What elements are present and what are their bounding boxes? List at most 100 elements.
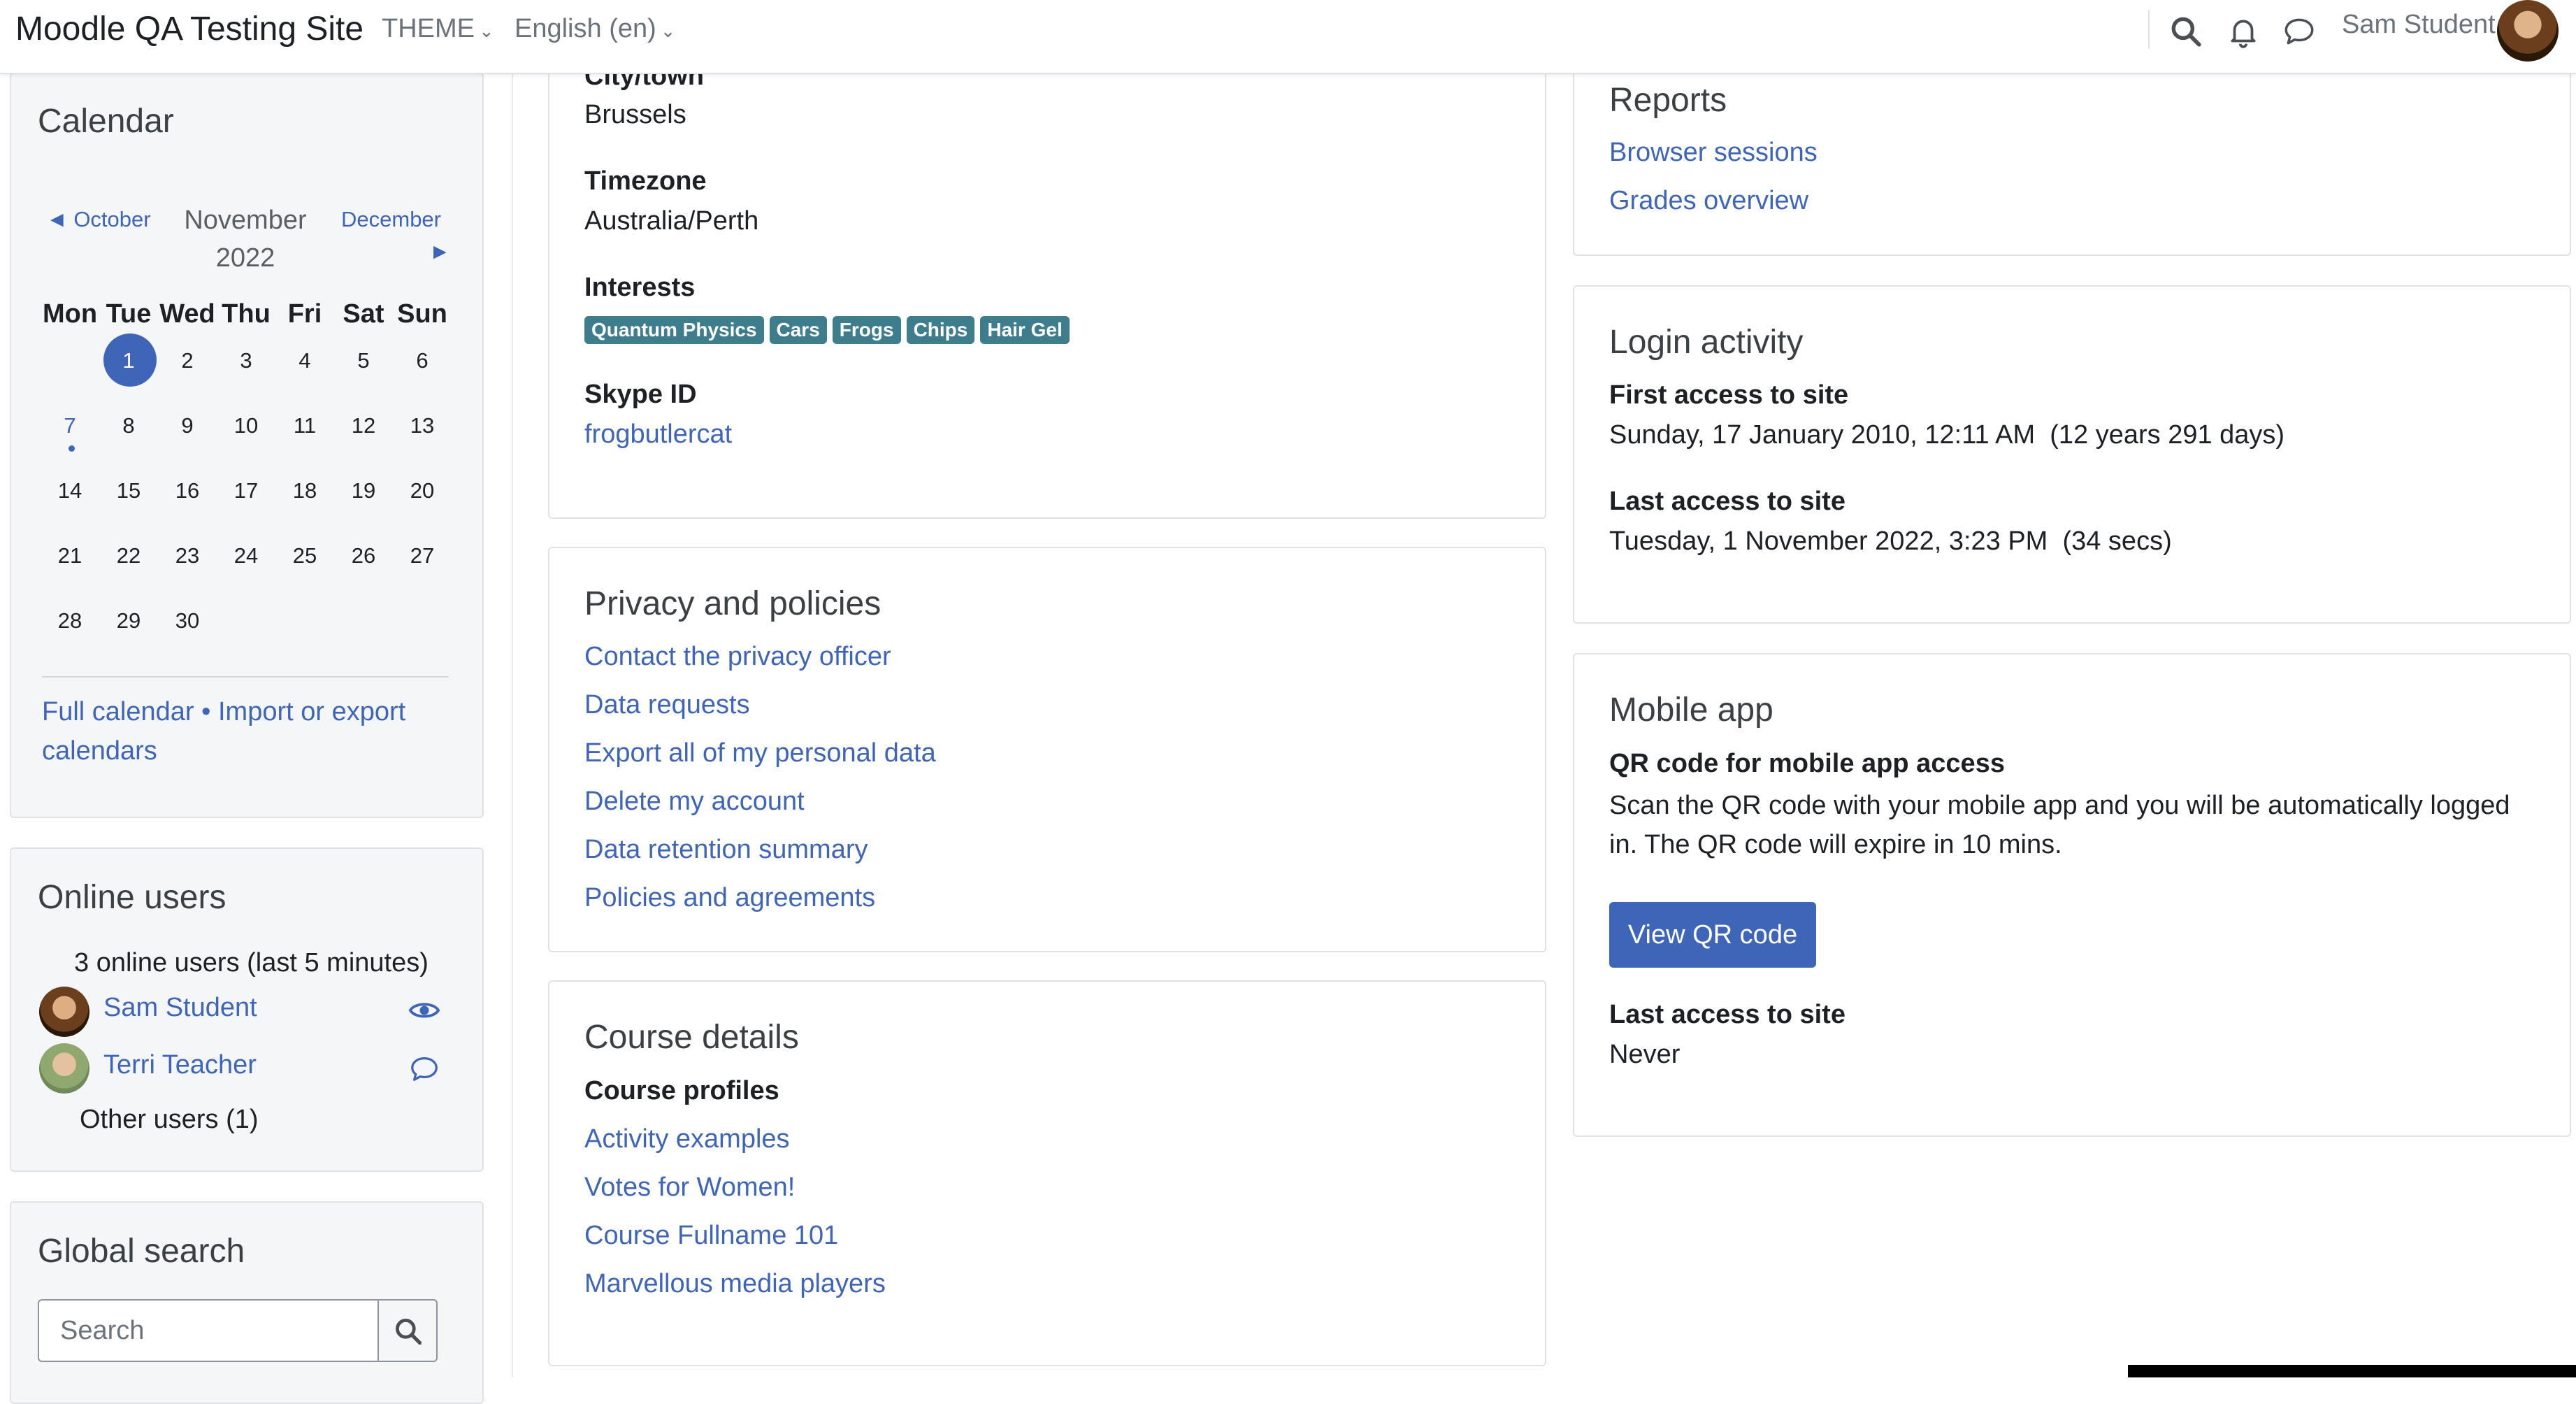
timezone-value: Australia/Perth xyxy=(584,206,759,236)
calendar-day[interactable]: 27 xyxy=(394,543,450,568)
calendar-day[interactable]: 12 xyxy=(336,413,391,438)
calendar-day[interactable]: 9 xyxy=(159,413,215,438)
first-access-label: First access to site xyxy=(1609,380,1849,410)
contact-privacy-officer-link[interactable]: Contact the privacy officer xyxy=(584,642,891,672)
site-name[interactable]: Moodle QA Testing Site xyxy=(15,10,364,48)
course-link[interactable]: Marvellous media players xyxy=(584,1269,886,1299)
calendar-weekday-header: Mon xyxy=(42,299,98,329)
calendar-day[interactable]: 8 xyxy=(101,413,157,438)
language-menu[interactable]: English (en) ⌄ xyxy=(515,14,676,44)
timezone-label: Timezone xyxy=(584,166,707,196)
global-search-button[interactable] xyxy=(377,1299,438,1362)
other-users-count: Other users (1) xyxy=(80,1105,259,1134)
calendar-divider xyxy=(42,676,449,678)
online-user-name[interactable]: Sam Student xyxy=(103,993,257,1023)
calendar-day[interactable]: 23 xyxy=(159,543,215,568)
user-menu-name[interactable]: Sam Student xyxy=(2342,10,2496,40)
calendar-day[interactable]: 17 xyxy=(218,478,274,503)
calendar-footer: Full calendar • Import or export calenda… xyxy=(42,692,461,771)
calendar-day[interactable]: 24 xyxy=(218,543,274,568)
calendar-title: Calendar xyxy=(38,103,174,140)
user-avatar[interactable] xyxy=(39,987,89,1037)
interests-label: Interests xyxy=(584,273,696,302)
policies-agreements-link[interactable]: Policies and agreements xyxy=(584,883,875,913)
data-requests-link[interactable]: Data requests xyxy=(584,690,750,720)
message-icon[interactable] xyxy=(408,1053,440,1085)
data-retention-summary-link[interactable]: Data retention summary xyxy=(584,835,868,865)
calendar-day[interactable]: 26 xyxy=(336,543,391,568)
course-link[interactable]: Course Fullname 101 xyxy=(584,1221,838,1251)
calendar-weekday-header: Wed xyxy=(159,299,215,329)
full-calendar-link[interactable]: Full calendar xyxy=(42,697,194,726)
calendar-day[interactable]: 28 xyxy=(42,608,98,633)
interest-tag[interactable]: Cars xyxy=(769,316,827,344)
calendar-day[interactable]: 4 xyxy=(277,348,333,373)
calendar-weekday-header: Sat xyxy=(343,299,384,329)
export-personal-data-link[interactable]: Export all of my personal data xyxy=(584,738,936,768)
interest-tag[interactable]: Quantum Physics xyxy=(584,316,764,344)
user-avatar[interactable] xyxy=(2497,0,2559,62)
calendar-day[interactable]: 29 xyxy=(101,608,157,633)
calendar-day[interactable]: 6 xyxy=(394,348,450,373)
current-year: 2022 xyxy=(215,243,275,273)
calendar-day[interactable]: 21 xyxy=(42,543,98,568)
calendar-day[interactable]: 19 xyxy=(336,478,391,503)
previous-month-link[interactable]: ◄ October xyxy=(46,207,151,232)
calendar-day[interactable]: 7 xyxy=(42,413,98,438)
login-activity-title: Login activity xyxy=(1609,324,1804,361)
app-last-access-label: Last access to site xyxy=(1609,1000,1845,1029)
app-last-access-value: Never xyxy=(1609,1040,1681,1069)
calendar-day[interactable]: 20 xyxy=(394,478,450,503)
chevron-down-icon: ⌄ xyxy=(660,20,676,41)
previous-month-label: October xyxy=(73,207,151,231)
calendar-day[interactable]: 1 xyxy=(101,348,157,373)
calendar-day[interactable]: 18 xyxy=(277,478,333,503)
calendar-day[interactable]: 2 xyxy=(159,348,215,373)
online-users-title: Online users xyxy=(38,879,226,916)
arrow-right-icon[interactable]: ► xyxy=(429,239,451,264)
skype-id-link[interactable]: frogbutlercat xyxy=(584,420,732,450)
first-access-value: Sunday, 17 January 2010, 12:11 AM (12 ye… xyxy=(1609,420,2285,450)
calendar-day[interactable]: 16 xyxy=(159,478,215,503)
reports-title: Reports xyxy=(1609,82,1727,119)
calendar-weekday-header: Thu xyxy=(222,299,271,329)
user-avatar[interactable] xyxy=(39,1043,89,1094)
interest-tag[interactable]: Chips xyxy=(906,316,975,344)
calendar-day[interactable]: 13 xyxy=(394,413,450,438)
calendar-day[interactable]: 22 xyxy=(101,543,157,568)
view-qr-code-button[interactable]: View QR code xyxy=(1609,902,1816,968)
messages-icon[interactable] xyxy=(2282,14,2317,49)
interest-tag[interactable]: Hair Gel xyxy=(980,316,1070,344)
theme-menu[interactable]: THEME ⌄ xyxy=(382,14,494,44)
grades-overview-link[interactable]: Grades overview xyxy=(1609,186,1808,216)
interests-tag-list: Quantum Physics Cars Frogs Chips Hair Ge… xyxy=(584,316,1070,344)
calendar-day[interactable]: 30 xyxy=(159,608,215,633)
chevron-down-icon: ⌄ xyxy=(479,20,494,41)
search-icon[interactable] xyxy=(2168,14,2203,49)
calendar-day[interactable]: 14 xyxy=(42,478,98,503)
browser-sessions-link[interactable]: Browser sessions xyxy=(1609,138,1818,168)
city-value: Brussels xyxy=(584,100,686,129)
arrow-left-icon: ◄ xyxy=(46,207,68,231)
calendar-weekday-header: Tue xyxy=(106,299,152,329)
interest-tag[interactable]: Frogs xyxy=(832,316,901,344)
language-menu-label: English (en) xyxy=(515,14,656,43)
calendar-day[interactable]: 3 xyxy=(218,348,274,373)
calendar-day[interactable]: 5 xyxy=(336,348,391,373)
calendar-day[interactable]: 15 xyxy=(101,478,157,503)
calendar-day[interactable]: 10 xyxy=(218,413,274,438)
left-drawer-border xyxy=(512,73,513,1377)
eye-icon[interactable] xyxy=(408,994,440,1026)
online-user-name[interactable]: Terri Teacher xyxy=(103,1050,257,1080)
next-month-link[interactable]: December xyxy=(341,207,441,232)
calendar-day[interactable]: 11 xyxy=(277,413,333,438)
global-search-input[interactable]: Search xyxy=(38,1299,379,1362)
course-link[interactable]: Activity examples xyxy=(584,1124,790,1154)
calendar-day[interactable]: 25 xyxy=(277,543,333,568)
mobile-app-title: Mobile app xyxy=(1609,692,1773,729)
notifications-bell-icon[interactable] xyxy=(2226,14,2261,49)
delete-account-link[interactable]: Delete my account xyxy=(584,787,805,817)
qr-code-label: QR code for mobile app access xyxy=(1609,749,2005,778)
course-link[interactable]: Votes for Women! xyxy=(584,1173,795,1203)
privacy-title: Privacy and policies xyxy=(584,585,882,622)
